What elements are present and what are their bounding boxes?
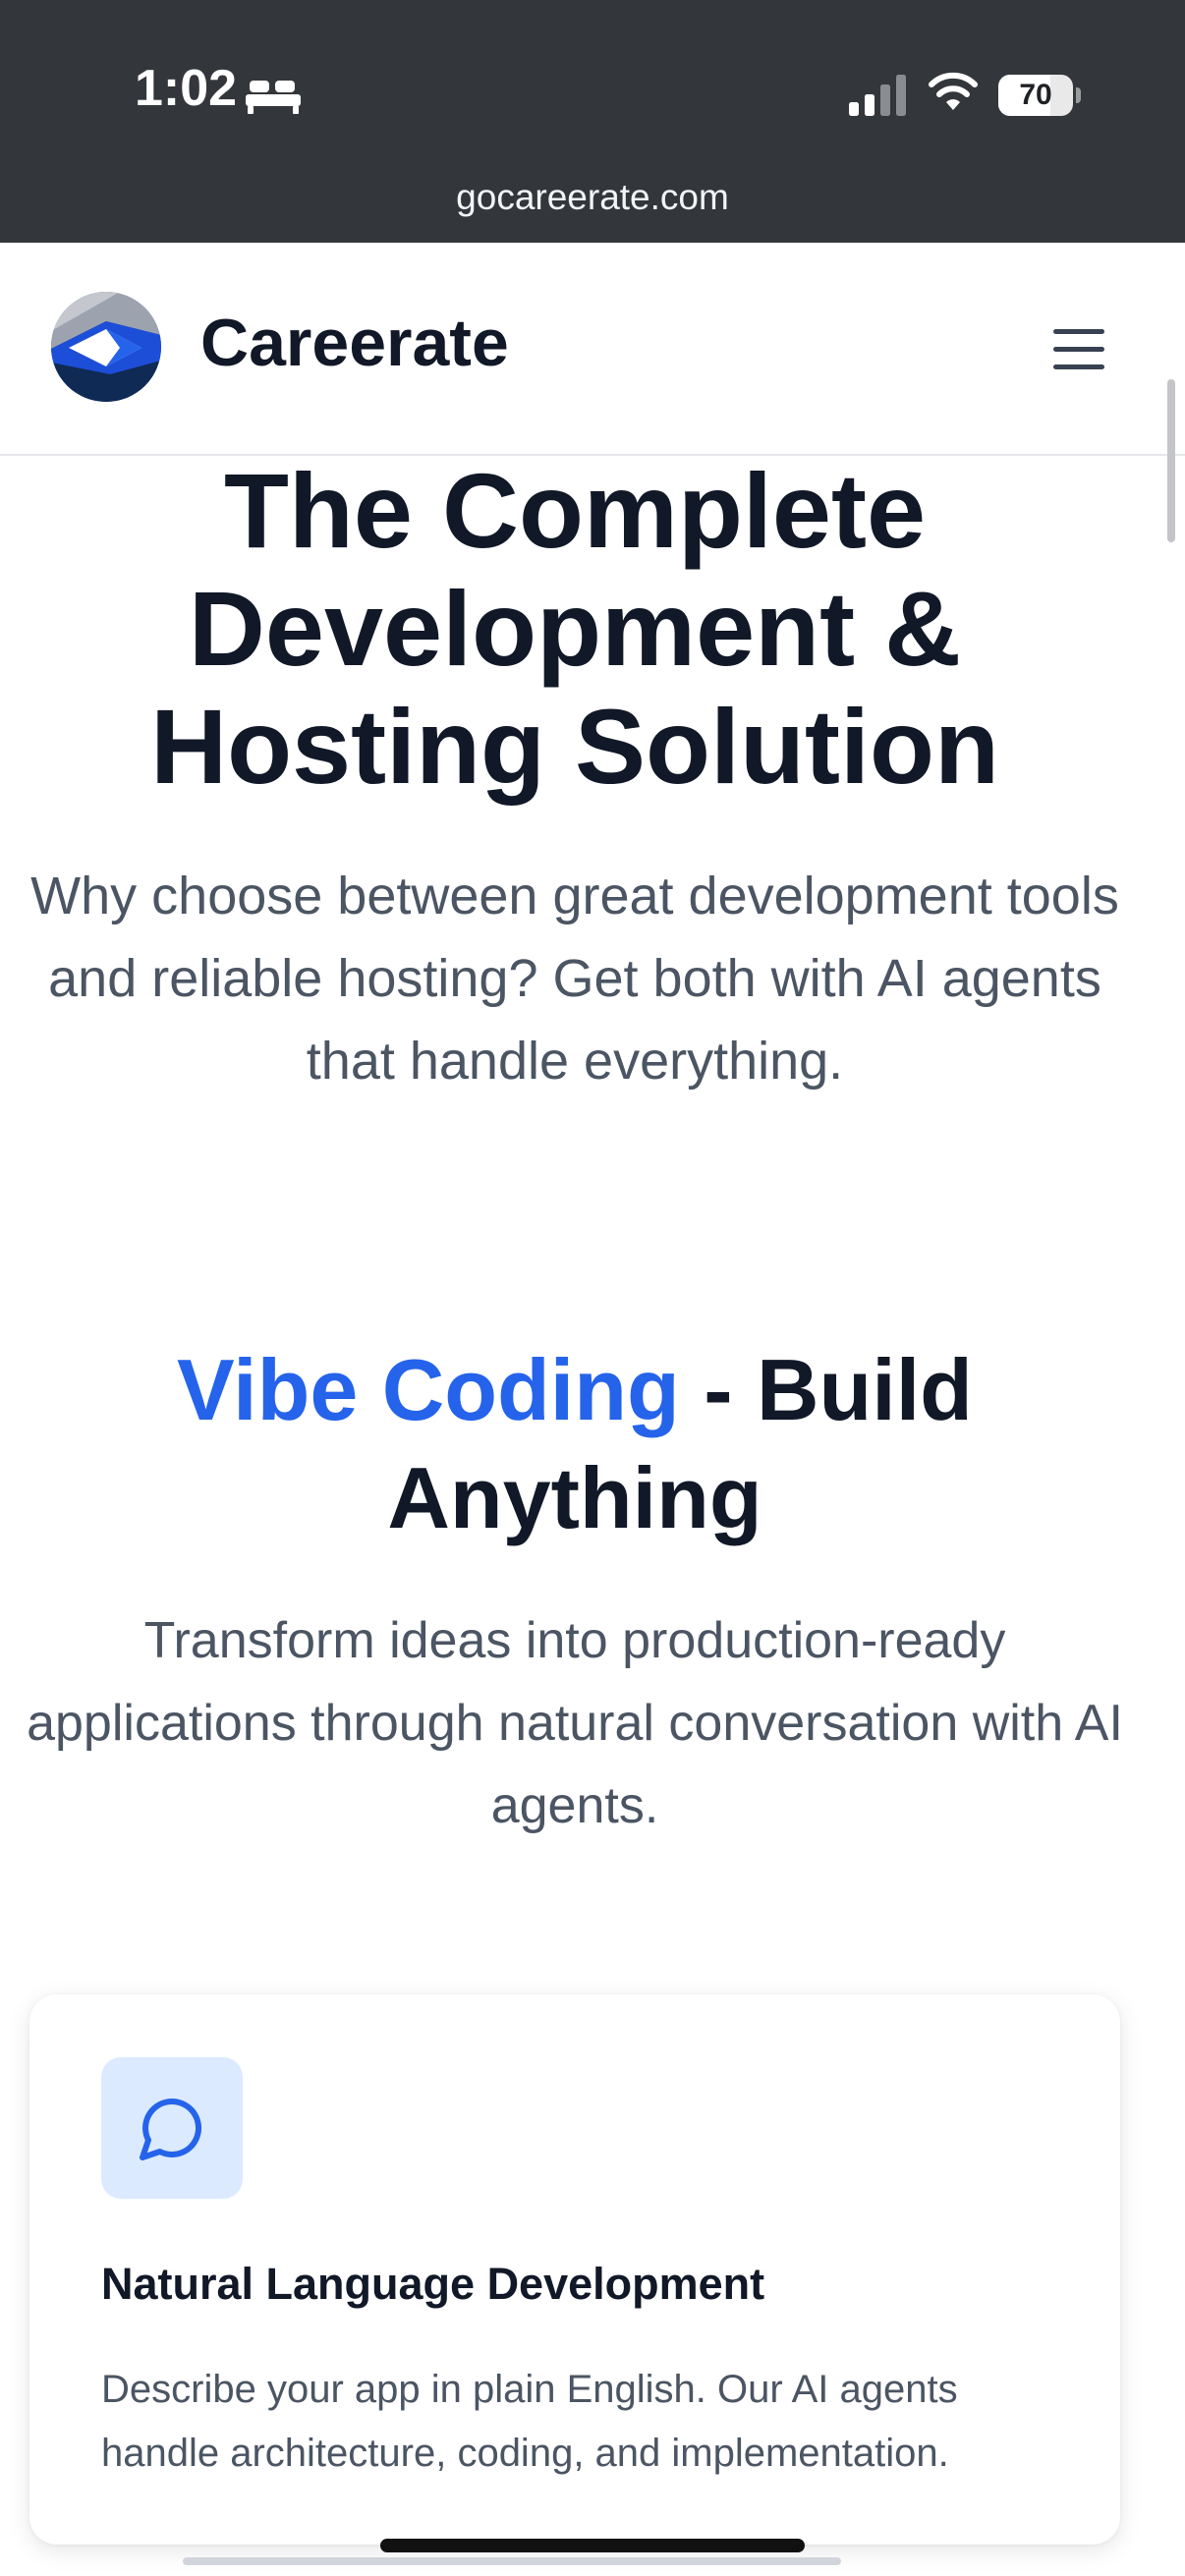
battery-icon: 70 xyxy=(998,75,1081,116)
section-subtitle: Transform ideas into production-ready ap… xyxy=(27,1612,1123,1834)
wifi-icon xyxy=(929,72,978,110)
battery-level: 70 xyxy=(1019,79,1052,111)
status-time: 1:02 xyxy=(135,60,238,117)
site-header: Careerate xyxy=(0,243,1185,456)
feature-card: Natural Language Development Describe yo… xyxy=(29,1994,1120,2545)
hero-title: The Complete Development & Hosting Solut… xyxy=(150,451,999,806)
url-bar[interactable]: gocareerate.com xyxy=(0,177,1185,218)
careerate-logo[interactable] xyxy=(51,292,161,402)
sleep-icon xyxy=(246,81,301,114)
feature-title: Natural Language Development xyxy=(101,2259,765,2309)
scrollbar[interactable] xyxy=(1167,379,1175,542)
hero-subtitle: Why choose between great development too… xyxy=(30,867,1119,1091)
hamburger-menu-icon[interactable] xyxy=(1042,319,1116,378)
chat-bubble-icon xyxy=(140,2098,202,2160)
feature-description: Describe your app in plain English. Our … xyxy=(101,2368,958,2475)
browser-toolbar-edge xyxy=(183,2557,841,2565)
section-title: Vibe Coding - Build Anything xyxy=(59,1336,1091,1552)
status-bar: 1:02 70 gocareerate.com xyxy=(0,0,1185,243)
feature-icon-box xyxy=(101,2057,243,2199)
section-title-highlight: Vibe Coding xyxy=(177,1341,680,1438)
brand-name[interactable]: Careerate xyxy=(200,304,509,384)
signal-icon xyxy=(849,75,906,116)
home-indicator[interactable] xyxy=(380,2539,805,2552)
